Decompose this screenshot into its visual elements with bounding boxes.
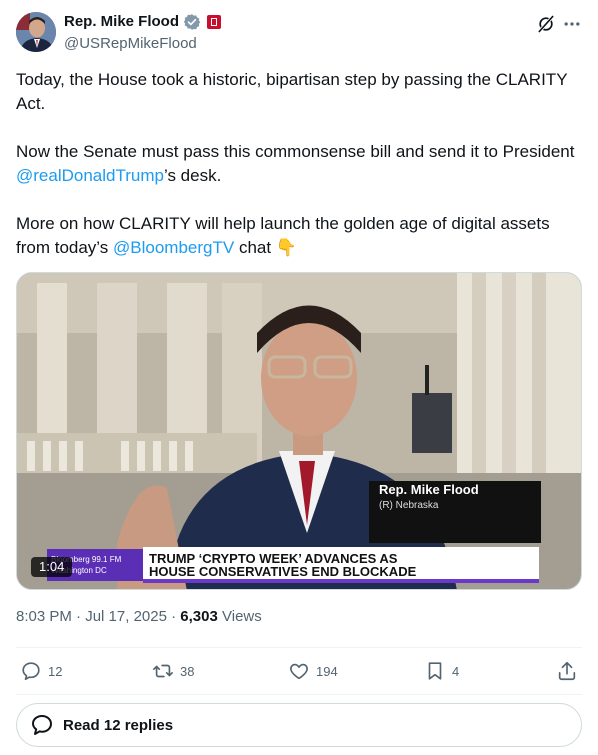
chat-bubble-icon [32, 715, 52, 735]
action-bar: 12 38 194 4 [16, 647, 582, 695]
video-frame: Rep. Mike Flood (R) Nebraska Bloomberg 9… [17, 273, 581, 589]
headline-line2: HOUSE CONSERVATIVES END BLOCKADE [149, 564, 417, 579]
bookmark-icon [428, 662, 442, 680]
tweet-text-1: Today, the House took a historic, bipart… [16, 70, 568, 113]
more-icon[interactable] [562, 14, 582, 34]
lower-third-subtitle: (R) Nebraska [379, 500, 439, 511]
tweet-text-2a: Now the Senate must pass this commonsens… [16, 142, 575, 161]
tweet-text: Today, the House took a historic, bipart… [16, 68, 586, 284]
tweet-header: Rep. Mike Flood @USRepMikeFlood [16, 12, 582, 56]
read-replies-label: Read 12 replies [63, 716, 174, 734]
reply-count: 12 [48, 663, 63, 679]
views-label: Views [217, 608, 262, 625]
video-duration: 1:04 [31, 557, 73, 577]
tweet-date[interactable]: Jul 17, 2025 [85, 608, 167, 625]
tweet-text-3b: chat [234, 238, 276, 257]
read-replies-button[interactable]: Read 12 replies [16, 703, 582, 747]
tweet-paragraph-1: Today, the House took a historic, bipart… [16, 68, 586, 116]
mention-bloombergtv[interactable]: @BloombergTV [113, 238, 234, 257]
repost-count: 38 [180, 663, 195, 679]
views-count: 6,303 [180, 608, 218, 625]
video-player[interactable]: Rep. Mike Flood (R) Nebraska Bloomberg 9… [16, 272, 582, 590]
lower-third-name: Rep. Mike Flood [379, 482, 479, 497]
tweet-paragraph-2: Now the Senate must pass this commonsens… [16, 140, 586, 188]
bookmark-count: 4 [452, 663, 460, 679]
display-name[interactable]: Rep. Mike Flood [64, 12, 179, 32]
reply-icon [22, 662, 40, 681]
share-button[interactable] [556, 660, 578, 682]
handle[interactable]: @USRepMikeFlood [64, 34, 221, 54]
pointing-down-emoji: 👇 [275, 238, 297, 257]
share-icon [558, 661, 576, 681]
repost-button[interactable]: 38 [152, 660, 194, 682]
mention-realdonaldtrump[interactable]: @realDonaldTrump [16, 166, 164, 185]
verified-badge-icon [183, 14, 201, 30]
author-names: Rep. Mike Flood @USRepMikeFlood [64, 12, 222, 54]
tweet-time[interactable]: 8:03 PM [16, 608, 72, 625]
meta-separator: · [71, 608, 86, 625]
grok-icon[interactable] [536, 14, 556, 34]
like-button[interactable]: 194 [288, 660, 338, 682]
tweet-meta: 8:03 PM · Jul 17, 2025 · 6,303 Views [16, 607, 262, 627]
reply-button[interactable]: 12 [20, 660, 62, 682]
like-count: 194 [316, 663, 338, 679]
bookmark-button[interactable]: 4 [424, 660, 459, 682]
government-badge-icon [207, 15, 222, 29]
avatar[interactable] [16, 12, 56, 52]
tweet-text-2b: ’s desk. [163, 166, 222, 185]
like-icon [290, 663, 308, 680]
meta-separator: · [166, 608, 181, 625]
repost-icon [153, 664, 173, 678]
tweet-paragraph-3: More on how CLARITY will help launch the… [16, 212, 586, 260]
